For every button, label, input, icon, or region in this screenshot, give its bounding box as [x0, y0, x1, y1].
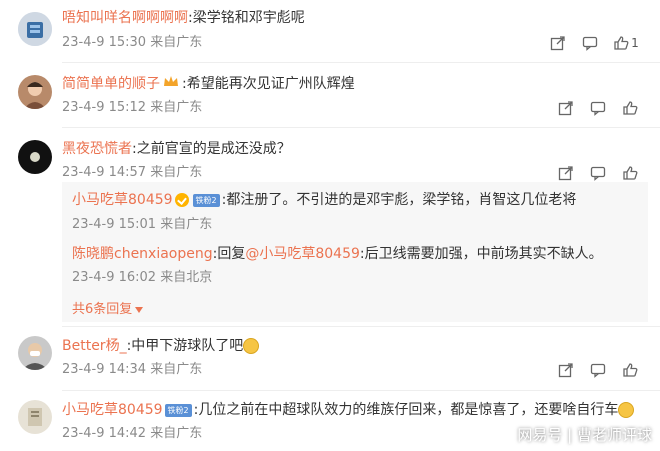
avatar[interactable]	[18, 400, 52, 434]
comment-button[interactable]	[582, 98, 614, 118]
reply-body: 小马吃草80459 铁粉2:都注册了。不引进的是邓宇彪，梁学铭，肖智这几位老将	[72, 190, 576, 210]
comment-button[interactable]	[582, 360, 614, 380]
comment-meta: 23-4-9 15:30 来自广东	[62, 35, 203, 50]
chevron-down-icon	[135, 306, 144, 313]
divider	[62, 62, 660, 63]
share-button[interactable]	[550, 360, 582, 380]
mention-link[interactable]: @小马吃草80459	[245, 246, 360, 262]
avatar[interactable]	[18, 140, 52, 174]
username[interactable]: 唔知叫咩名啊啊啊啊	[62, 10, 188, 26]
comment-meta: 23-4-9 14:34 来自广东	[62, 362, 203, 377]
comment-body: 黑夜恐慌者:之前官宣的是成还没成？	[62, 139, 291, 159]
avatar[interactable]	[18, 336, 52, 370]
avatar[interactable]	[18, 75, 52, 109]
reply-meta: 23-4-9 15:01 来自广东	[72, 217, 213, 232]
comment-icon	[582, 36, 598, 51]
comment-actions	[550, 163, 646, 183]
avatar-image	[18, 400, 52, 434]
share-icon	[550, 36, 565, 51]
like-button[interactable]	[614, 163, 646, 183]
comment-icon	[590, 363, 606, 378]
comment-meta: 23-4-9 14:57 来自广东	[62, 165, 203, 180]
share-button[interactable]	[550, 98, 582, 118]
more-replies-link[interactable]: 共6条回复	[72, 298, 144, 317]
like-count: 1	[631, 36, 639, 50]
username[interactable]: 陈晓鹏chenxiaopeng	[72, 246, 213, 262]
comment-icon	[590, 101, 606, 116]
reply-text: :后卫线需要加强，中前场其实不缺人。	[359, 246, 603, 262]
comment-meta: 23-4-9 14:42 来自广东	[62, 426, 203, 441]
divider	[62, 326, 660, 327]
share-button[interactable]	[550, 163, 582, 183]
avatar-image	[18, 12, 52, 46]
like-button[interactable]	[614, 360, 646, 380]
like-icon	[623, 101, 638, 115]
comment-button[interactable]	[574, 33, 606, 53]
like-icon	[623, 166, 638, 180]
like-icon	[614, 36, 629, 50]
comment-icon	[590, 166, 606, 181]
like-button[interactable]: 1	[606, 33, 646, 53]
comment-meta: 23-4-9 15:12 来自广东	[62, 100, 203, 115]
share-icon	[558, 166, 573, 181]
like-icon	[623, 363, 638, 377]
comment-text: :梁学铭和邓宇彪呢	[188, 10, 305, 26]
username[interactable]: 简简单单的顺子	[62, 76, 160, 92]
reply-text: :都注册了。不引进的是邓宇彪，梁学铭，肖智这几位老将	[221, 192, 577, 208]
crown-icon	[163, 74, 179, 94]
username[interactable]: 黑夜恐慌者	[62, 141, 132, 157]
username[interactable]: 小马吃草80459	[62, 402, 163, 418]
comment-text: :之前官宣的是成还没成？	[132, 141, 291, 157]
more-replies-label: 共6条回复	[72, 302, 133, 317]
watermark: 网易号 | 曹老师评球	[517, 426, 652, 444]
username[interactable]: 小马吃草80459	[72, 192, 173, 208]
avatar-image	[18, 336, 52, 370]
reply-prefix: :回复	[212, 246, 246, 262]
reply-body: 陈晓鹏chenxiaopeng:回复@小马吃草80459:后卫线需要加强，中前场…	[72, 244, 603, 264]
verified-icon	[174, 193, 189, 207]
comment-body: Better杨_:中甲下游球队了吧	[62, 336, 260, 356]
share-button[interactable]	[542, 33, 574, 53]
comment-body: 唔知叫咩名啊啊啊啊:梁学铭和邓宇彪呢	[62, 8, 305, 28]
reply-meta: 23-4-9 16:02 来自北京	[72, 270, 213, 285]
avatar[interactable]	[18, 12, 52, 46]
comment-text: :中甲下游球队了吧	[126, 338, 244, 354]
like-button[interactable]	[614, 98, 646, 118]
comment-text: :希望能再次见证广州队辉煌	[182, 76, 355, 92]
avatar-image	[18, 75, 52, 109]
laughing-emoji-icon	[618, 402, 635, 418]
fan-badge: 铁粉2	[164, 403, 192, 417]
share-icon	[558, 363, 573, 378]
comment-text: :几位之前在中超球队效力的维族仔回来，都是惊喜了，还要啥自行车	[193, 402, 619, 418]
comment-actions	[550, 98, 646, 118]
comment-button[interactable]	[582, 163, 614, 183]
divider	[62, 127, 660, 128]
laughing-emoji-icon	[243, 338, 260, 354]
comment-actions: 1	[542, 33, 646, 53]
fan-badge: 铁粉2	[192, 193, 220, 207]
divider	[62, 390, 660, 391]
comment-actions	[550, 360, 646, 380]
avatar-image	[18, 140, 52, 174]
username[interactable]: Better杨_	[62, 338, 127, 354]
share-icon	[558, 101, 573, 116]
comment-body: 简简单单的顺子 :希望能再次见证广州队辉煌	[62, 74, 355, 94]
comment-body: 小马吃草80459 铁粉2:几位之前在中超球队效力的维族仔回来，都是惊喜了，还要啥…	[62, 400, 635, 420]
